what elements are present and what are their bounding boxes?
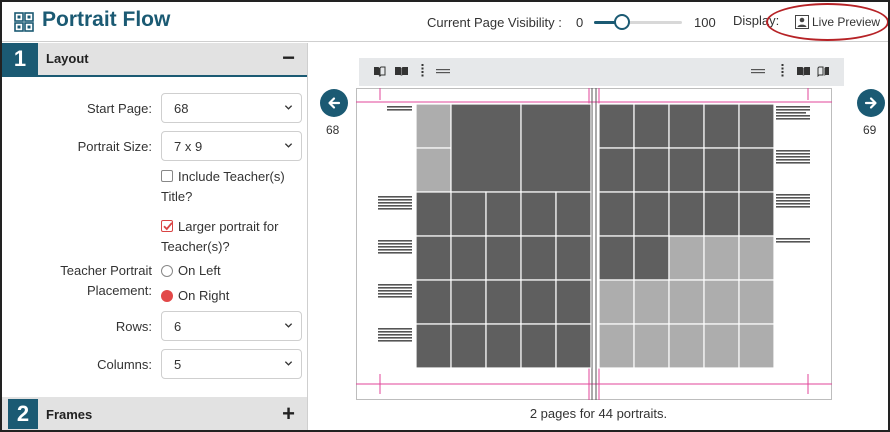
section-title: Layout (46, 51, 89, 66)
columns-label: Columns: (97, 357, 152, 372)
book-open-icon[interactable] (796, 66, 811, 77)
start-page-value: 68 (174, 100, 189, 116)
person-icon (795, 15, 809, 29)
live-preview-label: Live Preview (812, 15, 881, 29)
visibility-slider-thumb[interactable] (614, 14, 631, 30)
name-abbrev-icon[interactable] (751, 68, 765, 75)
next-page-button[interactable] (857, 89, 885, 117)
rows-value: 6 (174, 318, 182, 334)
vertical-text-icon[interactable] (779, 64, 786, 79)
app-header: Portrait Flow Current Page Visibility : … (2, 2, 888, 42)
radio-on-left[interactable]: On Left (161, 263, 221, 278)
teacher-placement-label-line2: Placement: (86, 283, 152, 298)
chevron-down-icon (284, 105, 293, 110)
arrow-left-icon (328, 97, 341, 109)
radio-on-right[interactable]: On Right (161, 288, 229, 303)
larger-portrait-checkbox[interactable] (161, 220, 173, 232)
visibility-label: Current Page Visibility : (427, 15, 562, 30)
expand-button[interactable]: + (282, 402, 295, 426)
larger-portrait-label: Larger portrait for Teacher(s)? (161, 219, 279, 254)
settings-panel: 1 Layout − Start Page: 68 Portrait Size:… (2, 43, 308, 430)
portrait-size-value: 7 x 9 (174, 138, 203, 154)
radio-on-right-button[interactable] (161, 289, 173, 302)
section-number: 1 (2, 43, 38, 75)
vertical-text-icon[interactable] (419, 64, 426, 79)
visibility-min-label: 0 (576, 15, 584, 30)
section-number: 2 (8, 399, 38, 429)
columns-select[interactable]: 5 (161, 349, 302, 379)
rows-select[interactable]: 6 (161, 311, 302, 341)
chevron-down-icon (284, 143, 293, 148)
radio-on-right-label: On Right (178, 288, 230, 303)
rows-label: Rows: (115, 319, 152, 334)
larger-portrait-option[interactable]: Larger portrait for Teacher(s)? (161, 217, 301, 257)
section-title: Frames (46, 407, 93, 422)
collapse-button[interactable]: − (282, 46, 295, 70)
visibility-max-label: 100 (694, 15, 716, 30)
columns-value: 5 (174, 356, 182, 372)
checkmark-icon (163, 222, 173, 231)
page-spread-preview (356, 88, 832, 400)
preview-summary: 2 pages for 44 portraits. (529, 406, 668, 421)
chevron-down-icon (284, 361, 293, 366)
arrow-right-icon (864, 97, 877, 109)
app-title: Portrait Flow (42, 8, 171, 31)
start-page-select[interactable]: 68 (161, 93, 302, 123)
portrait-size-select[interactable]: 7 x 9 (161, 131, 302, 161)
display-label: Display: (733, 13, 780, 28)
book-open-icon[interactable] (394, 66, 409, 77)
name-abbrev-icon[interactable] (436, 68, 450, 75)
radio-on-left-button[interactable] (161, 264, 173, 277)
portrait-size-label: Portrait Size: (77, 139, 152, 154)
include-teacher-title-label: Include Teacher(s) Title? (161, 169, 285, 204)
live-preview-button[interactable]: Live Preview (791, 12, 885, 32)
preview-area: 68 69 2 pages for 44 portraits. (309, 43, 888, 430)
section-divider (2, 75, 307, 77)
previous-page-button[interactable] (320, 89, 348, 117)
app-window: Portrait Flow Current Page Visibility : … (0, 0, 890, 432)
right-page-number: 69 (863, 123, 877, 137)
teacher-placement-label-line1: Teacher Portrait (60, 263, 152, 278)
frames-section-header[interactable]: 2 Frames + (2, 397, 307, 430)
visibility-slider[interactable] (594, 14, 682, 30)
book-left-icon[interactable] (373, 66, 386, 77)
preview-toolbar (359, 58, 844, 86)
left-page-number: 68 (326, 123, 340, 137)
radio-on-left-label: On Left (178, 263, 221, 278)
chevron-down-icon (284, 323, 293, 328)
include-teacher-title-option[interactable]: Include Teacher(s) Title? (161, 167, 301, 207)
include-teacher-title-checkbox[interactable] (161, 170, 173, 182)
grid-logo-icon (14, 12, 34, 32)
layout-section-header[interactable]: 1 Layout − (2, 43, 307, 75)
start-page-label: Start Page: (86, 101, 152, 116)
book-right-icon[interactable] (817, 66, 830, 77)
